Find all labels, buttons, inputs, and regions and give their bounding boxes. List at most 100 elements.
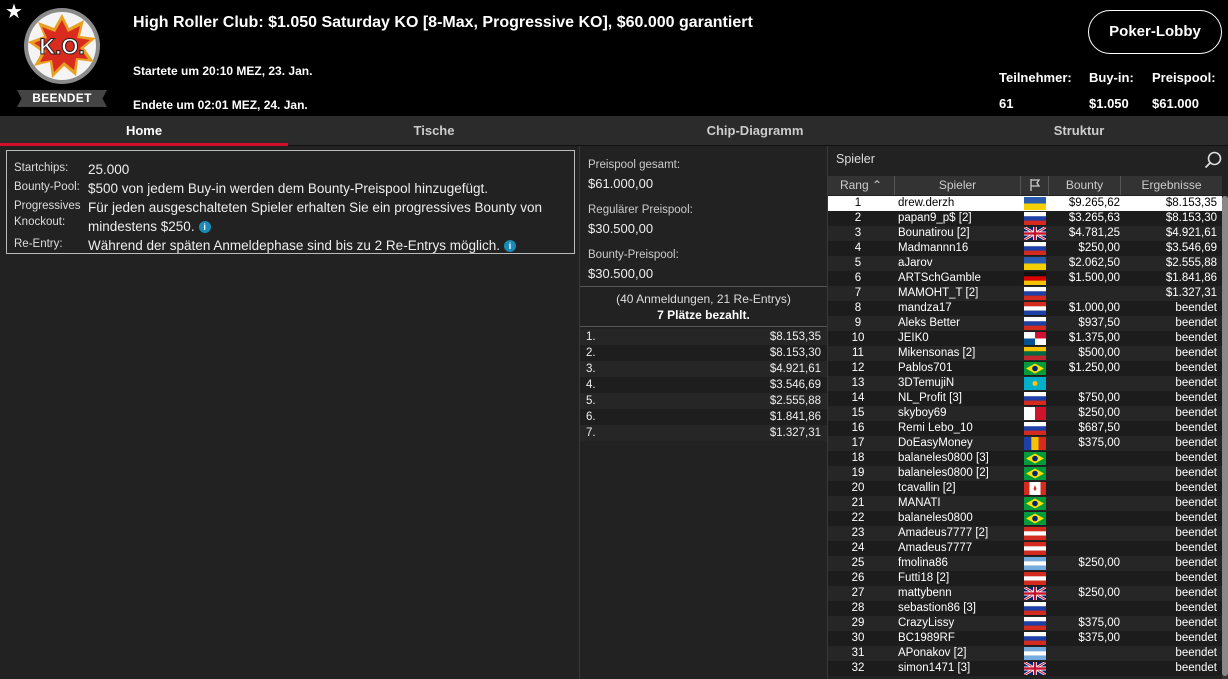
table-row[interactable]: 15 skyboy69 $250,00 beendet (828, 406, 1222, 421)
bountypool-value: $500 von jedem Buy-in werden dem Bounty-… (88, 181, 488, 196)
table-row[interactable]: 23 Amadeus7777 [2] beendet (828, 526, 1222, 541)
table-row[interactable]: 14 NL_Profit [3] $750,00 beendet (828, 391, 1222, 406)
rank-cell: 9 (854, 317, 862, 329)
table-row[interactable]: 4 Madmannn16 $250,00 $3.546,69 (828, 241, 1222, 256)
player-name-cell: papan9_p$ [2] (898, 212, 972, 224)
result-cell: beendet (1175, 587, 1217, 599)
country-flag-icon (1024, 542, 1046, 555)
table-row[interactable]: 21 MANATI beendet (828, 496, 1222, 511)
table-row[interactable]: 30 BC1989RF $375,00 beendet (828, 631, 1222, 646)
table-row[interactable]: 24 Amadeus7777 beendet (828, 541, 1222, 556)
table-row[interactable]: 1 drew.derzh $9.265,62 $8.153,35 (828, 196, 1222, 211)
bounty-cell: $2.062,50 (1068, 257, 1120, 269)
country-flag-icon (1024, 332, 1046, 345)
table-row[interactable]: 28 sebastion86 [3] beendet (828, 601, 1222, 616)
info-icon[interactable]: i (198, 221, 211, 234)
table-row[interactable]: 18 balaneles0800 [3] beendet (828, 451, 1222, 466)
table-row[interactable]: 2 papan9_p$ [2] $3.265,63 $8.153,30 (828, 211, 1222, 226)
regular-pool-label: Regulärer Preispool: (588, 204, 693, 216)
tab-tables[interactable]: Tische (288, 116, 580, 146)
payout-row: 3. $4.921,61 (580, 361, 827, 377)
player-name-cell: balaneles0800 [2] (898, 467, 989, 479)
bounty-column-header[interactable]: Bounty (1049, 176, 1121, 195)
rank-cell: 8 (854, 302, 862, 314)
table-row[interactable]: 17 DoEasyMoney $375,00 beendet (828, 436, 1222, 451)
table-row[interactable]: 5 aJarov $2.062,50 $2.555,88 (828, 256, 1222, 271)
country-flag-icon (1024, 212, 1046, 225)
table-row[interactable]: 19 balaneles0800 [2] beendet (828, 466, 1222, 481)
country-flag-icon (1024, 602, 1046, 615)
table-row[interactable]: 29 CrazyLissy $375,00 beendet (828, 616, 1222, 631)
table-row[interactable]: 13 3DTemujiN beendet (828, 376, 1222, 391)
country-flag-icon (1024, 227, 1046, 240)
bounty-pool-value: $30.500,00 (588, 266, 654, 281)
country-flag-icon (1024, 557, 1046, 570)
paid-places-text: 7 Plätze bezahlt. (657, 308, 750, 322)
table-row[interactable]: 11 Mikensonas [2] $500,00 beendet (828, 346, 1222, 361)
table-row[interactable]: 22 balaneles0800 beendet (828, 511, 1222, 526)
sort-up-icon: ⌃ (871, 178, 883, 192)
player-name-cell: CrazyLissy (898, 617, 955, 629)
rank-cell: 28 (851, 602, 865, 614)
table-row[interactable]: 9 Aleks Better $937,50 beendet (828, 316, 1222, 331)
startchips-label: Startchips: (14, 162, 69, 174)
favorite-star-icon[interactable]: ★ (5, 2, 23, 22)
table-row[interactable]: 6 ARTSchGamble $1.500,00 $1.841,86 (828, 271, 1222, 286)
country-flag-icon (1024, 467, 1046, 480)
result-cell: $1.327,31 (1165, 287, 1217, 299)
table-row[interactable]: 12 Pablos701 $1.250,00 beendet (828, 361, 1222, 376)
tab-structure[interactable]: Struktur (930, 116, 1228, 146)
poker-lobby-button[interactable]: Poker-Lobby (1088, 10, 1222, 54)
bounty-cell: $375,00 (1078, 632, 1120, 644)
country-flag-icon (1024, 287, 1046, 300)
player-name-cell: Bounatirou [2] (898, 227, 970, 239)
result-cell: beendet (1175, 377, 1217, 389)
result-cell: beendet (1175, 647, 1217, 659)
tab-home[interactable]: Home (0, 116, 288, 146)
rank-cell: 31 (851, 647, 865, 659)
result-cell: beendet (1175, 512, 1217, 524)
payout-place: 7. (586, 427, 596, 439)
bounty-cell: $375,00 (1078, 617, 1120, 629)
table-row[interactable]: 26 Futti18 [2] beendet (828, 571, 1222, 586)
table-row[interactable]: 16 Remi Lebo_10 $687,50 beendet (828, 421, 1222, 436)
search-icon[interactable] (1204, 151, 1222, 169)
result-cell: beendet (1175, 632, 1217, 644)
info-icon[interactable]: i (503, 240, 516, 253)
table-row[interactable]: 3 Bounatirou [2] $4.781,25 $4.921,61 (828, 226, 1222, 241)
tab-chip-chart[interactable]: Chip-Diagramm (580, 116, 930, 146)
table-row[interactable]: 8 mandza17 $1.000,00 beendet (828, 301, 1222, 316)
buyin-label: Buy-in: (1089, 70, 1134, 85)
table-row[interactable]: 25 fmolina86 $250,00 beendet (828, 556, 1222, 571)
reentry-value: Während der späten Anmeldephase sind bis… (88, 238, 500, 253)
country-flag-icon (1024, 422, 1046, 435)
rank-column-header[interactable]: Rang ⌃ (828, 176, 895, 195)
rank-cell: 29 (851, 617, 865, 629)
table-row[interactable]: 7 MAMOHT_T [2] $1.327,31 (828, 286, 1222, 301)
flag-column-header[interactable] (1021, 176, 1049, 195)
player-name-cell: Mikensonas [2] (898, 347, 976, 359)
table-row[interactable]: 20 tcavallin [2] beendet (828, 481, 1222, 496)
pko-value: Für jeden ausgeschalteten Spieler erhalt… (88, 200, 543, 234)
payout-place: 5. (586, 395, 596, 407)
table-row[interactable]: 32 simon1471 [3] beendet (828, 661, 1222, 676)
player-name-cell: mattybenn (898, 587, 952, 599)
result-cell: beendet (1175, 527, 1217, 539)
result-cell: beendet (1175, 347, 1217, 359)
total-pool-label: Preispool gesamt: (588, 159, 681, 171)
player-name-cell: sebastion86 [3] (898, 602, 977, 614)
rank-cell: 12 (851, 362, 865, 374)
table-row[interactable]: 31 APonakov [2] beendet (828, 646, 1222, 661)
player-name-cell: MANATI (898, 497, 941, 509)
players-scrollbar[interactable] (1222, 196, 1228, 679)
player-column-header[interactable]: Spieler (895, 176, 1021, 195)
startchips-value: 25.000 (88, 162, 130, 177)
payout-amount: $2.555,88 (769, 395, 821, 407)
player-search-input[interactable]: Spieler (836, 152, 875, 166)
result-column-header[interactable]: Ergebnisse (1121, 176, 1222, 195)
scrollbar-thumb[interactable] (1222, 196, 1228, 676)
player-name-cell: Pablos701 (898, 362, 953, 374)
country-flag-icon (1024, 257, 1046, 270)
table-row[interactable]: 10 JEIK0 $1.375,00 beendet (828, 331, 1222, 346)
table-row[interactable]: 27 mattybenn $250,00 beendet (828, 586, 1222, 601)
